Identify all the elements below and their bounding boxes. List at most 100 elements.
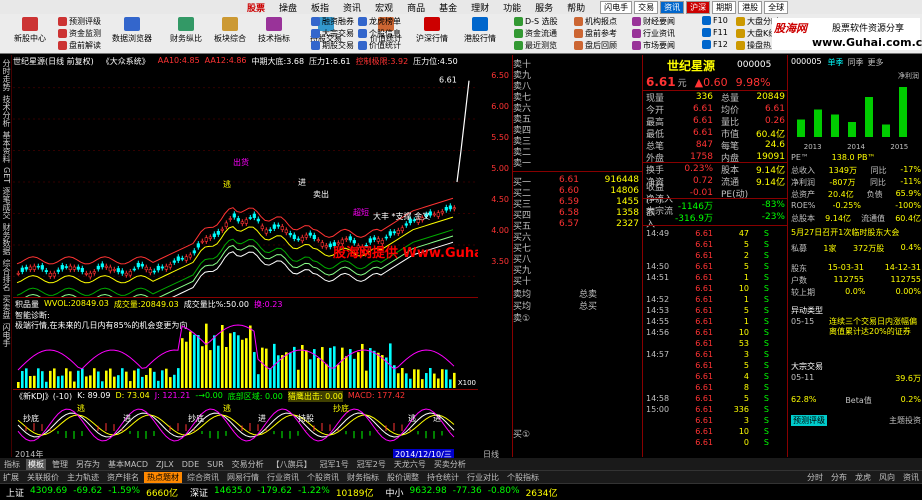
menu-tag-4[interactable]: 期期 <box>712 0 737 14</box>
menu-tag-2[interactable]: 资讯 <box>660 0 685 14</box>
menu-item-10[interactable]: 帮助 <box>560 1 592 14</box>
kline-chart[interactable]: 6.61 出货逃 进卖出超短大丰 *支撑 金叉股海网提供 Www.Guhai.Com… <box>13 67 478 297</box>
index-1[interactable]: 深证 14635.0 -179.62 -1.22% 10189亿 <box>190 486 373 499</box>
toolbar-small-button-2[interactable]: 盘前解读 <box>58 40 101 51</box>
toolbar-small-button-10[interactable]: 资金流通 <box>514 28 557 39</box>
menu-item-4[interactable]: 宏观 <box>368 1 400 14</box>
rating-tab[interactable]: 预测评级 <box>791 415 827 426</box>
extension-tab-6[interactable]: 网易行情 <box>224 472 262 483</box>
index-0[interactable]: 上证 4309.69 -69.62 -1.59% 6660亿 <box>6 486 178 499</box>
toolbar-small-button-16[interactable]: 行业资讯 <box>632 28 675 39</box>
menu-item-7[interactable]: 理财 <box>464 1 496 14</box>
indicator-tab-10[interactable]: 冠军1号 <box>318 459 351 470</box>
chart-system[interactable]: 《大众系统》 <box>102 56 150 67</box>
indicator-tab-12[interactable]: 天龙六号 <box>392 459 428 470</box>
menu-item-0[interactable]: 股票 <box>240 1 272 14</box>
toolbar-small-button-18[interactable]: F10 <box>702 16 728 25</box>
side-tab-1[interactable]: 分布 <box>828 472 850 483</box>
toolbar-big-button-8[interactable]: 港股行情 <box>464 17 496 44</box>
toolbar-small-button-1[interactable]: 资金监测 <box>58 28 101 39</box>
toolbar-small-button-20[interactable]: F12 <box>702 40 728 49</box>
side-tab-4[interactable]: 资讯 <box>900 472 922 483</box>
indicator-tab-13[interactable]: 买卖分析 <box>432 459 468 470</box>
toolbar-small-button-4[interactable]: 大宗交易 <box>311 28 354 39</box>
indicator-tab-1[interactable]: 模板 <box>26 458 46 470</box>
left-tab-2[interactable]: 基本资料 <box>1 131 11 163</box>
toolbar-big-button-0[interactable]: 新股中心 <box>14 17 46 44</box>
toolbar-small-button-8[interactable]: 价值统计 <box>358 40 401 51</box>
extension-tab-9[interactable]: 财务指标 <box>344 472 382 483</box>
menu-item-5[interactable]: 商品 <box>400 1 432 14</box>
menu-item-6[interactable]: 基金 <box>432 1 464 14</box>
extension-tab-5[interactable]: 综合资讯 <box>184 472 222 483</box>
left-tab-1[interactable]: 技术分析 <box>1 95 11 127</box>
toolbar-small-button-14[interactable]: 盘后回顾 <box>574 40 617 51</box>
left-tab-3[interactable]: GET <box>1 167 11 183</box>
extension-tab-7[interactable]: 行业资讯 <box>264 472 302 483</box>
toolbar-small-button-5[interactable]: 期股交易 <box>311 40 354 51</box>
index-2[interactable]: 中小 9632.98 -77.36 -0.80% 2634亿 <box>385 486 557 499</box>
extension-tab-11[interactable]: 持仓统计 <box>424 472 462 483</box>
side-tab-0[interactable]: 分时 <box>804 472 826 483</box>
toolbar-small-button-0[interactable]: 预测评级 <box>58 16 101 27</box>
indicator-tab-3[interactable]: 另存为 <box>74 459 102 470</box>
menu-tag-1[interactable]: 交易 <box>634 0 659 14</box>
side-tab-2[interactable]: 龙虎 <box>852 472 874 483</box>
menu-tag-0[interactable]: 闪电手 <box>600 0 633 14</box>
menu-tag-6[interactable]: 全球 <box>764 0 789 14</box>
extension-tab-2[interactable]: 主力轨迹 <box>64 472 102 483</box>
indicator-tab-8[interactable]: 交易分析 <box>230 459 266 470</box>
menu-item-9[interactable]: 服务 <box>528 1 560 14</box>
menu-tag-5[interactable]: 港股 <box>738 0 763 14</box>
toolbar-small-button-6[interactable]: 龙虎榜单 <box>358 16 401 27</box>
menu-item-1[interactable]: 操盘 <box>272 1 304 14</box>
indicator-tab-4[interactable]: 基本MACD <box>106 459 150 470</box>
toolbar-small-button-11[interactable]: 最近测览 <box>514 40 557 51</box>
indicator-tab-7[interactable]: SUR <box>205 460 226 469</box>
extension-tab-0[interactable]: 扩展 <box>0 472 22 483</box>
buy-level-9[interactable]: 买十 <box>513 274 643 287</box>
extension-tab-13[interactable]: 个股指标 <box>504 472 542 483</box>
toolbar-small-button-9[interactable]: D-S 选股 <box>514 16 558 27</box>
toolbar-big-button-7[interactable]: 沪深行情 <box>416 17 448 44</box>
left-tab-4[interactable]: 逐笔成交 <box>1 187 11 219</box>
extension-tab-10[interactable]: 股价调整 <box>384 472 422 483</box>
toolbar-small-button-3[interactable]: 融资融券 <box>311 16 354 27</box>
indicator-tab-9[interactable]: 【八旗兵】 <box>270 459 314 470</box>
info-tab-1[interactable]: 同季 <box>848 57 864 68</box>
extension-tab-1[interactable]: 关联报价 <box>24 472 62 483</box>
extension-tab-4[interactable]: 热点题材 <box>144 471 182 483</box>
left-tab-0[interactable]: 分时走势 <box>1 59 11 91</box>
indicator-tab-11[interactable]: 冠军2号 <box>355 459 388 470</box>
indicator-tab-2[interactable]: 管理 <box>50 459 70 470</box>
sell-level-9[interactable]: 卖一 <box>513 156 643 169</box>
menu-item-2[interactable]: 板指 <box>304 1 336 14</box>
left-tab-8[interactable]: 闪电手 <box>1 323 11 347</box>
left-tab-7[interactable]: 买卖盘 <box>1 295 11 319</box>
left-tab-6[interactable]: 综合排名 <box>1 259 11 291</box>
toolbar-big-button-1[interactable]: 数据浏览器 <box>112 17 152 44</box>
toolbar-big-button-4[interactable]: 技术指标 <box>258 17 290 44</box>
menu-item-8[interactable]: 功能 <box>496 1 528 14</box>
toolbar-small-button-13[interactable]: 盘前参考 <box>574 28 617 39</box>
theme-tab[interactable]: 主题投资 <box>889 415 921 426</box>
left-tab-5[interactable]: 财务数据 <box>1 223 11 255</box>
toolbar-small-button-19[interactable]: F11 <box>702 28 728 37</box>
toolbar-small-button-22[interactable]: 大盘K线 <box>736 28 776 39</box>
info-tab-0[interactable]: 单季 <box>828 57 844 68</box>
toolbar-small-button-12[interactable]: 机构报点 <box>574 16 617 27</box>
side-tab-3[interactable]: 风向 <box>876 472 898 483</box>
indicator-tab-0[interactable]: 指标 <box>2 459 22 470</box>
menu-item-3[interactable]: 资讯 <box>336 1 368 14</box>
toolbar-big-button-3[interactable]: 板块综合 <box>214 17 246 44</box>
indicator-tab-5[interactable]: ZJLX <box>154 460 176 469</box>
extension-tab-12[interactable]: 行业对比 <box>464 472 502 483</box>
indicator-tab-6[interactable]: DDE <box>180 460 201 469</box>
toolbar-small-button-7[interactable]: 个股信息 <box>358 28 401 39</box>
toolbar-big-button-2[interactable]: 财务纵比 <box>170 17 202 44</box>
extension-tab-3[interactable]: 资产排名 <box>104 472 142 483</box>
extension-tab-8[interactable]: 个股资讯 <box>304 472 342 483</box>
menu-tag-3[interactable]: 沪深 <box>686 0 711 14</box>
info-tab-2[interactable]: 更多 <box>868 57 884 68</box>
toolbar-small-button-17[interactable]: 市场要闻 <box>632 40 675 51</box>
